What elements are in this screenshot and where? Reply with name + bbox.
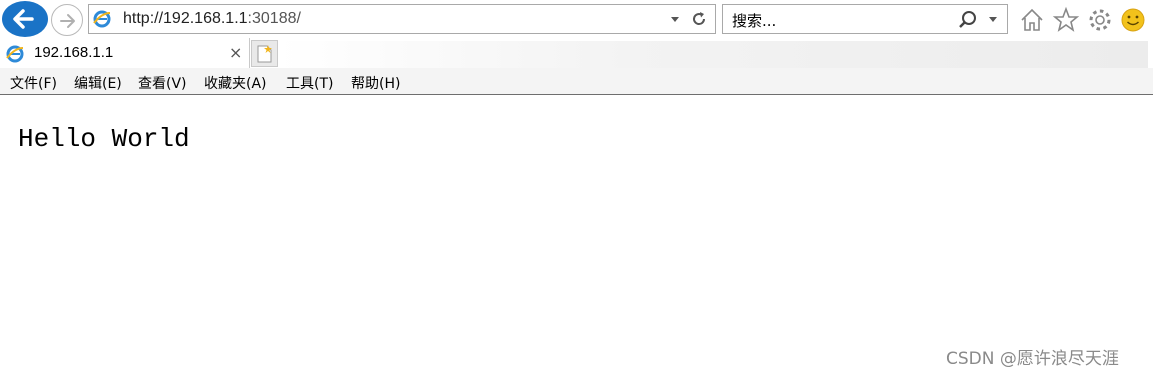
tab-strip-background (278, 41, 1148, 68)
search-bar[interactable]: 搜索... (722, 4, 1008, 34)
page-content: Hello World CSDN @愿许浪尽天涯 (0, 96, 1153, 376)
tab-title: 192.168.1.1 (34, 44, 114, 61)
tab-strip: 192.168.1.1 × (0, 38, 1153, 68)
page-body-text: Hello World (18, 124, 190, 154)
smiley-icon[interactable] (1119, 6, 1147, 37)
url-host: http://192.168.1.1 (123, 10, 248, 27)
dropdown-icon[interactable] (987, 13, 999, 25)
new-tab-icon (257, 45, 272, 63)
menu-item-file[interactable]: 文件(F) (10, 73, 57, 93)
new-tab-button[interactable] (251, 40, 278, 67)
gear-icon[interactable] (1086, 6, 1114, 37)
url-text[interactable]: http://192.168.1.1:30188/ (123, 10, 301, 28)
forward-arrow-icon (60, 14, 75, 28)
back-arrow-icon (13, 9, 34, 29)
tab-active[interactable]: 192.168.1.1 × (0, 38, 250, 68)
forward-button[interactable] (51, 4, 83, 36)
menu-bar: 文件(F) 编辑(E) 查看(V) 收藏夹(A) 工具(T) 帮助(H) (0, 68, 1153, 95)
menu-item-help[interactable]: 帮助(H) (351, 73, 400, 93)
menu-item-edit[interactable]: 编辑(E) (74, 73, 122, 93)
close-icon[interactable]: × (229, 43, 242, 62)
menu-item-view[interactable]: 查看(V) (138, 73, 187, 93)
url-port: :30188/ (247, 10, 301, 27)
ie-logo-icon (6, 45, 24, 63)
star-icon[interactable] (1052, 6, 1080, 37)
search-icon[interactable] (957, 9, 979, 31)
menu-item-tools[interactable]: 工具(T) (286, 73, 333, 93)
search-placeholder: 搜索... (732, 12, 777, 30)
back-button[interactable] (2, 1, 48, 37)
dropdown-icon[interactable] (669, 13, 681, 25)
ie-logo-icon (93, 10, 111, 28)
menu-item-favorites[interactable]: 收藏夹(A) (204, 73, 267, 93)
watermark: CSDN @愿许浪尽天涯 (946, 349, 1119, 369)
refresh-icon[interactable] (689, 9, 709, 29)
address-bar[interactable]: http://192.168.1.1:30188/ (88, 4, 716, 34)
navigation-bar: http://192.168.1.1:30188/ 搜索... (0, 0, 1153, 38)
toolbar-icons (1018, 6, 1148, 34)
home-icon[interactable] (1018, 6, 1046, 37)
